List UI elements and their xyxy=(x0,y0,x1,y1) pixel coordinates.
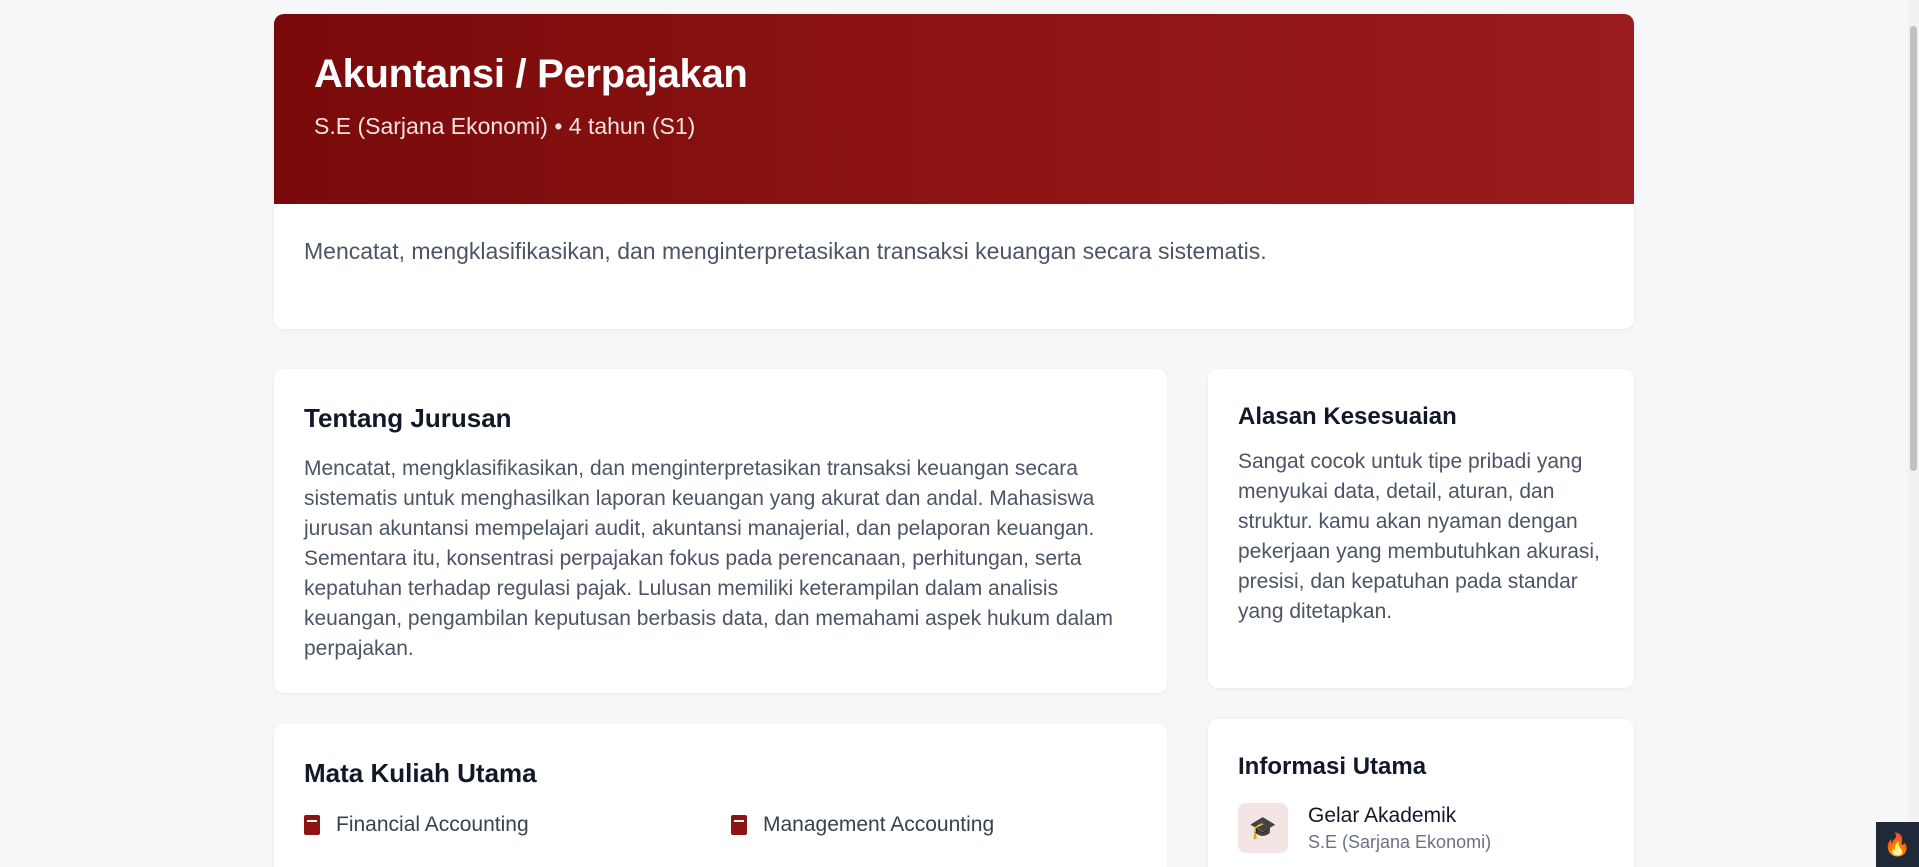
key-info-title: Informasi Utama xyxy=(1238,753,1427,780)
corner-widget-button[interactable]: 🔥 xyxy=(1876,822,1919,867)
info-label: Gelar Akademik xyxy=(1308,803,1457,827)
about-major-title: Tentang Jurusan xyxy=(304,403,512,433)
page: Akuntansi / Perpajakan S.E (Sarjana Ekon… xyxy=(0,0,1919,867)
major-subtitle: S.E (Sarjana Ekonomi) • 4 tahun (S1) xyxy=(314,113,696,139)
main-courses-title: Mata Kuliah Utama xyxy=(304,758,537,788)
major-banner: Akuntansi / Perpajakan S.E (Sarjana Ekon… xyxy=(274,14,1634,204)
course-label: Financial Accounting xyxy=(336,813,529,836)
major-header-card: Akuntansi / Perpajakan S.E (Sarjana Ekon… xyxy=(274,14,1634,329)
scrollbar-thumb[interactable] xyxy=(1910,26,1917,471)
graduation-cap-icon: 🎓 xyxy=(1249,815,1277,840)
book-icon xyxy=(731,815,747,835)
fit-reason-body: Sangat cocok untuk tipe pribadi yang men… xyxy=(1238,450,1600,623)
info-icon-box: 🎓 xyxy=(1238,803,1288,853)
info-value: S.E (Sarjana Ekonomi) xyxy=(1308,831,1492,852)
fit-reason-title: Alasan Kesesuaian xyxy=(1238,403,1457,430)
course-list: Financial Accounting Management Accounti… xyxy=(304,813,1137,837)
course-item: Financial Accounting xyxy=(304,813,731,837)
about-major-card: Tentang Jurusan Mencatat, mengklasifikas… xyxy=(274,369,1167,693)
info-item-degree: 🎓 Gelar Akademik S.E (Sarjana Ekonomi) xyxy=(1238,803,1604,853)
fit-reason-card: Alasan Kesesuaian Sangat cocok untuk tip… xyxy=(1208,369,1634,688)
vertical-scrollbar[interactable] xyxy=(1908,0,1919,867)
about-major-body: Mencatat, mengklasifikasikan, dan mengin… xyxy=(304,457,1114,660)
flame-icon: 🔥 xyxy=(1883,831,1912,857)
book-icon xyxy=(304,815,320,835)
course-label: Management Accounting xyxy=(763,813,995,836)
key-info-card: Informasi Utama 🎓 Gelar Akademik S.E (Sa… xyxy=(1208,719,1634,867)
major-title: Akuntansi / Perpajakan xyxy=(314,52,748,96)
major-short-description: Mencatat, mengklasifikasikan, dan mengin… xyxy=(304,238,1267,264)
course-item: Management Accounting xyxy=(731,813,1158,837)
info-text: Gelar Akademik S.E (Sarjana Ekonomi) xyxy=(1308,804,1491,853)
main-courses-card: Mata Kuliah Utama Financial Accounting M… xyxy=(274,724,1167,867)
